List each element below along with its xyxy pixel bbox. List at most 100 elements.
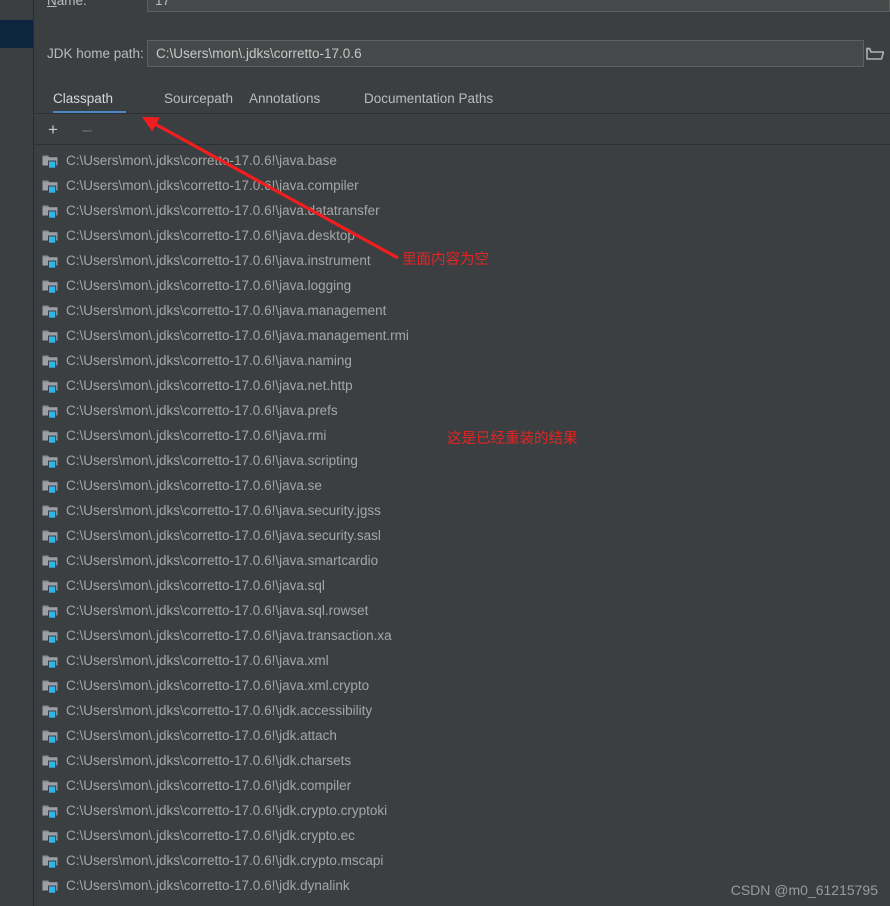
jdk-module-folder-icon — [42, 303, 59, 319]
jdk-module-folder-icon — [42, 353, 59, 369]
classpath-item-path: C:\Users\mon\.jdks\corretto-17.0.6!\jdk.… — [66, 703, 373, 718]
name-label: Name: — [47, 0, 87, 8]
sdk-editor-panel: Name: 17 JDK home path: C:\Users\mon\.jd… — [34, 0, 890, 906]
tab-label: Annotations — [249, 91, 321, 106]
jdk-module-folder-icon — [42, 828, 59, 844]
tab-classpath[interactable]: Classpath — [53, 86, 148, 114]
minus-icon[interactable]: – — [76, 119, 98, 140]
classpath-list-item[interactable]: C:\Users\mon\.jdks\corretto-17.0.6!\java… — [34, 348, 890, 373]
classpath-list-item[interactable]: C:\Users\mon\.jdks\corretto-17.0.6!\jdk.… — [34, 798, 890, 823]
classpath-list[interactable]: C:\Users\mon\.jdks\corretto-17.0.6!\java… — [34, 148, 890, 906]
classpath-list-item[interactable]: C:\Users\mon\.jdks\corretto-17.0.6!\java… — [34, 598, 890, 623]
jdk-module-folder-icon — [42, 753, 59, 769]
csdn-watermark: CSDN @m0_61215795 — [730, 882, 878, 898]
classpath-list-item[interactable]: C:\Users\mon\.jdks\corretto-17.0.6!\jdk.… — [34, 823, 890, 848]
name-input-value: 17 — [155, 0, 171, 8]
classpath-item-path: C:\Users\mon\.jdks\corretto-17.0.6!\java… — [66, 178, 359, 193]
classpath-item-path: C:\Users\mon\.jdks\corretto-17.0.6!\jdk.… — [66, 778, 352, 793]
jdk-module-folder-icon — [42, 153, 59, 169]
jdk-module-folder-icon — [42, 453, 59, 469]
jdk-module-folder-icon — [42, 603, 59, 619]
jdk-module-folder-icon — [42, 378, 59, 394]
jdk-module-folder-icon — [42, 503, 59, 519]
classpath-list-item[interactable]: C:\Users\mon\.jdks\corretto-17.0.6!\java… — [34, 448, 890, 473]
tabstrip-separator — [34, 113, 890, 114]
jdk-home-path-label: JDK home path: — [47, 46, 144, 61]
classpath-item-path: C:\Users\mon\.jdks\corretto-17.0.6!\jdk.… — [66, 853, 384, 868]
classpath-item-path: C:\Users\mon\.jdks\corretto-17.0.6!\java… — [66, 628, 392, 643]
classpath-item-path: C:\Users\mon\.jdks\corretto-17.0.6!\java… — [66, 553, 379, 568]
tab-documentation-paths[interactable]: Documentation Paths — [364, 86, 539, 114]
classpath-list-item[interactable]: C:\Users\mon\.jdks\corretto-17.0.6!\jdk.… — [34, 848, 890, 873]
paths-tab-strip: Classpath Sourcepath Annotations Documentat… — [34, 86, 890, 114]
classpath-item-path: C:\Users\mon\.jdks\corretto-17.0.6!\java… — [66, 678, 370, 693]
classpath-item-path: C:\Users\mon\.jdks\corretto-17.0.6!\jdk.… — [66, 803, 388, 818]
tab-label: Documentation Paths — [364, 91, 494, 106]
classpath-item-path: C:\Users\mon\.jdks\corretto-17.0.6!\java… — [66, 478, 322, 493]
jdk-module-folder-icon — [42, 478, 59, 494]
jdk-module-folder-icon — [42, 253, 59, 269]
jdk-home-path-row: JDK home path: C:\Users\mon\.jdks\corret… — [34, 40, 890, 70]
classpath-list-item[interactable]: C:\Users\mon\.jdks\corretto-17.0.6!\java… — [34, 373, 890, 398]
jdk-module-folder-icon — [42, 278, 59, 294]
jdk-module-folder-icon — [42, 228, 59, 244]
classpath-list-item[interactable]: C:\Users\mon\.jdks\corretto-17.0.6!\jdk.… — [34, 698, 890, 723]
jdk-home-path-value: C:\Users\mon\.jdks\corretto-17.0.6 — [156, 46, 362, 61]
classpath-list-item[interactable]: C:\Users\mon\.jdks\corretto-17.0.6!\java… — [34, 548, 890, 573]
classpath-list-item[interactable]: C:\Users\mon\.jdks\corretto-17.0.6!\java… — [34, 523, 890, 548]
jdk-module-folder-icon — [42, 178, 59, 194]
classpath-item-path: C:\Users\mon\.jdks\corretto-17.0.6!\java… — [66, 203, 380, 218]
jdk-home-path-input[interactable]: C:\Users\mon\.jdks\corretto-17.0.6 — [147, 40, 864, 67]
classpath-list-item[interactable]: C:\Users\mon\.jdks\corretto-17.0.6!\jdk.… — [34, 773, 890, 798]
classpath-item-path: C:\Users\mon\.jdks\corretto-17.0.6!\jdk.… — [66, 828, 355, 843]
classpath-item-path: C:\Users\mon\.jdks\corretto-17.0.6!\java… — [66, 153, 337, 168]
sidebar-selected-item[interactable] — [0, 20, 33, 48]
classpath-list-item[interactable]: C:\Users\mon\.jdks\corretto-17.0.6!\java… — [34, 148, 890, 173]
classpath-list-item[interactable]: C:\Users\mon\.jdks\corretto-17.0.6!\jdk.… — [34, 723, 890, 748]
classpath-list-item[interactable]: C:\Users\mon\.jdks\corretto-17.0.6!\java… — [34, 573, 890, 598]
classpath-item-path: C:\Users\mon\.jdks\corretto-17.0.6!\jdk.… — [66, 878, 350, 893]
classpath-toolbar: + – — [34, 115, 890, 144]
classpath-list-item[interactable]: C:\Users\mon\.jdks\corretto-17.0.6!\java… — [34, 323, 890, 348]
classpath-item-path: C:\Users\mon\.jdks\corretto-17.0.6!\java… — [66, 328, 409, 343]
jdk-module-folder-icon — [42, 628, 59, 644]
classpath-item-path: C:\Users\mon\.jdks\corretto-17.0.6!\jdk.… — [66, 753, 352, 768]
jdk-module-folder-icon — [42, 803, 59, 819]
classpath-item-path: C:\Users\mon\.jdks\corretto-17.0.6!\java… — [66, 453, 358, 468]
tab-annotations[interactable]: Annotations — [249, 86, 359, 114]
jdk-module-folder-icon — [42, 728, 59, 744]
classpath-list-item[interactable]: C:\Users\mon\.jdks\corretto-17.0.6!\java… — [34, 423, 890, 448]
jdk-module-folder-icon — [42, 703, 59, 719]
tab-label: Classpath — [53, 91, 114, 106]
classpath-list-item[interactable]: C:\Users\mon\.jdks\corretto-17.0.6!\java… — [34, 173, 890, 198]
classpath-list-item[interactable]: C:\Users\mon\.jdks\corretto-17.0.6!\jdk.… — [34, 748, 890, 773]
classpath-list-item[interactable]: C:\Users\mon\.jdks\corretto-17.0.6!\java… — [34, 398, 890, 423]
tab-label: Sourcepath — [164, 91, 234, 106]
jdk-module-folder-icon — [42, 878, 59, 894]
classpath-list-item[interactable]: C:\Users\mon\.jdks\corretto-17.0.6!\java… — [34, 298, 890, 323]
jdk-module-folder-icon — [42, 678, 59, 694]
classpath-item-path: C:\Users\mon\.jdks\corretto-17.0.6!\java… — [66, 528, 381, 543]
classpath-list-item[interactable]: C:\Users\mon\.jdks\corretto-17.0.6!\java… — [34, 473, 890, 498]
classpath-item-path: C:\Users\mon\.jdks\corretto-17.0.6!\jdk.… — [66, 728, 337, 743]
jdk-module-folder-icon — [42, 203, 59, 219]
classpath-list-item[interactable]: C:\Users\mon\.jdks\corretto-17.0.6!\java… — [34, 223, 890, 248]
toolbar-separator — [34, 144, 890, 145]
classpath-list-item[interactable]: C:\Users\mon\.jdks\corretto-17.0.6!\java… — [34, 648, 890, 673]
name-input[interactable]: 17 — [147, 0, 890, 12]
plus-icon[interactable]: + — [42, 119, 64, 140]
name-field-row: Name: 17 — [34, 0, 890, 14]
classpath-list-item[interactable]: C:\Users\mon\.jdks\corretto-17.0.6!\java… — [34, 623, 890, 648]
jdk-module-folder-icon — [42, 778, 59, 794]
classpath-list-item[interactable]: C:\Users\mon\.jdks\corretto-17.0.6!\java… — [34, 673, 890, 698]
classpath-list-item[interactable]: C:\Users\mon\.jdks\corretto-17.0.6!\java… — [34, 198, 890, 223]
folder-open-icon[interactable] — [859, 40, 890, 67]
classpath-list-item[interactable]: C:\Users\mon\.jdks\corretto-17.0.6!\java… — [34, 498, 890, 523]
classpath-item-path: C:\Users\mon\.jdks\corretto-17.0.6!\java… — [66, 403, 338, 418]
classpath-list-item[interactable]: C:\Users\mon\.jdks\corretto-17.0.6!\java… — [34, 248, 890, 273]
jdk-module-folder-icon — [42, 653, 59, 669]
classpath-list-item[interactable]: C:\Users\mon\.jdks\corretto-17.0.6!\java… — [34, 273, 890, 298]
classpath-item-path: C:\Users\mon\.jdks\corretto-17.0.6!\java… — [66, 503, 381, 518]
jdk-module-folder-icon — [42, 403, 59, 419]
jdk-module-folder-icon — [42, 328, 59, 344]
